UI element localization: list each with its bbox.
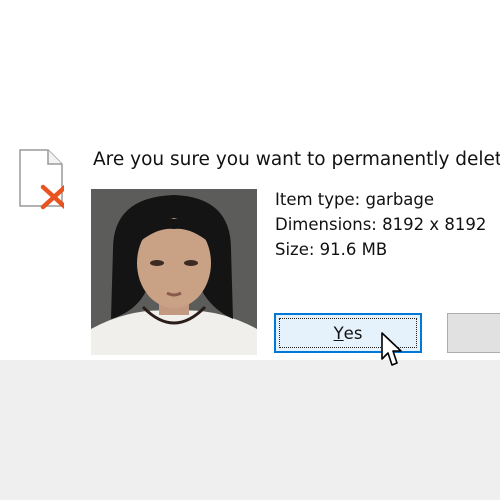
file-delete-icon [19,149,64,210]
item-details: Item type: garbage Dimensions: 8192 x 81… [275,187,500,262]
no-button[interactable] [447,313,500,353]
size-text: Size: 91.6 MB [275,240,388,259]
mouse-pointer-icon [381,332,402,366]
dimensions-text: Dimensions: 8192 x 8192 [275,215,487,234]
item-thumbnail [91,189,257,355]
background-top [0,0,500,132]
item-type-text: Item type: garbage [275,190,435,209]
confirm-delete-question: Are you sure you want to permanently del… [93,149,500,170]
